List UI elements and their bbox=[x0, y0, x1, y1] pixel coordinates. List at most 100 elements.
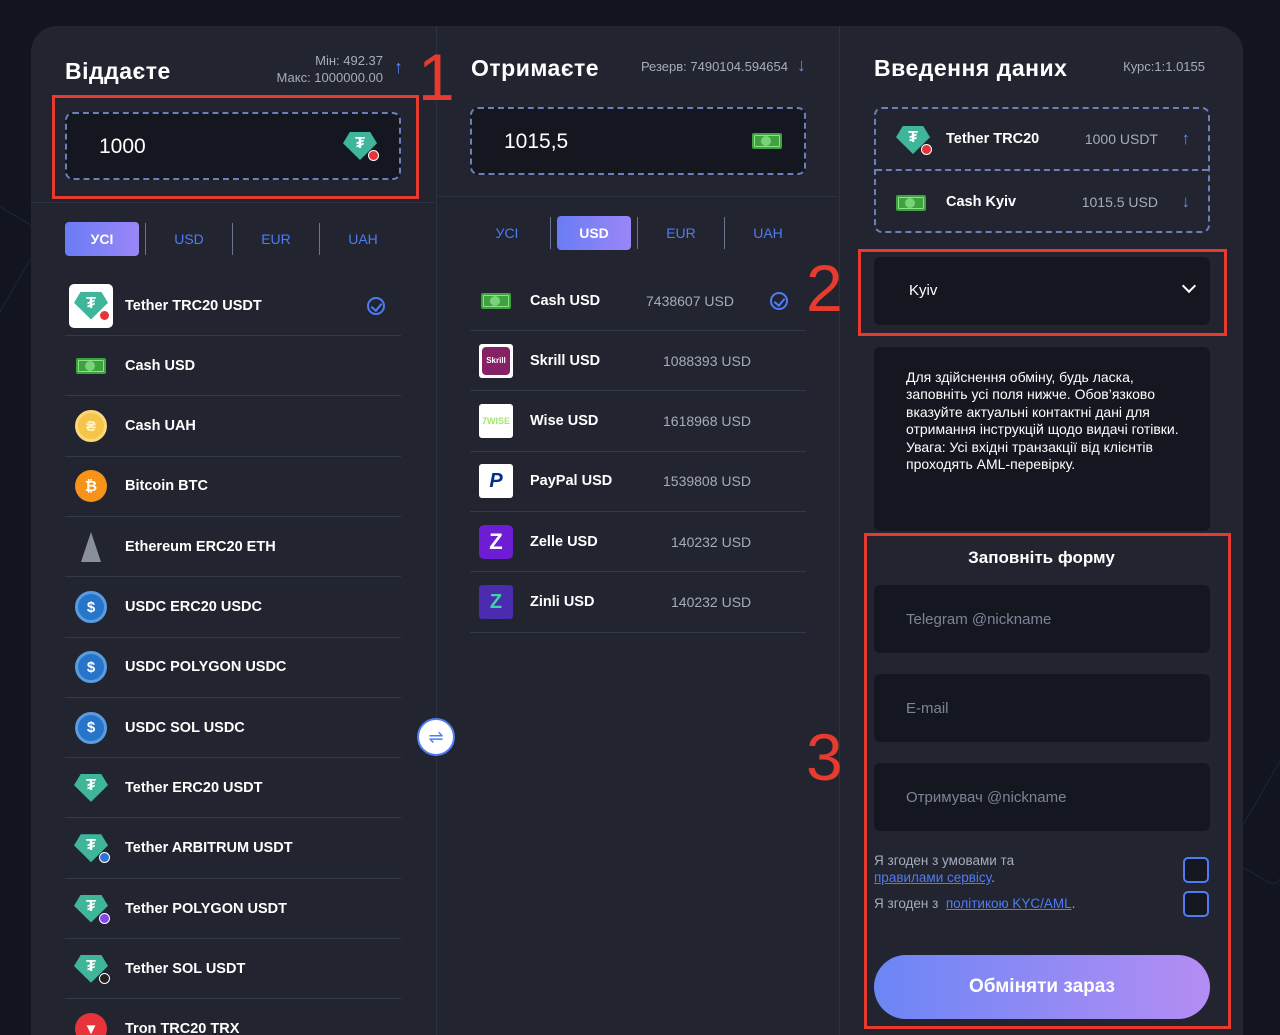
usdc-icon: $ bbox=[69, 706, 113, 750]
list-item[interactable]: ₮ Tether ARBITRUM USDT bbox=[65, 819, 401, 879]
currency-name: Cash UAH bbox=[125, 418, 196, 435]
tether-sol-icon: ₮ bbox=[69, 947, 113, 991]
currency-reserve: 1618968 USD bbox=[663, 413, 751, 430]
kyc-agreement: Я згоден з політикою KYC/AML. bbox=[874, 896, 1076, 911]
currency-name: Cash USD bbox=[530, 292, 601, 309]
tab-usd[interactable]: USD bbox=[152, 222, 226, 256]
list-item[interactable]: ₴ Cash UAH bbox=[65, 397, 401, 457]
get-reserve: Резерв: 7490104.594654 bbox=[640, 59, 788, 74]
get-title: Отримаєте bbox=[471, 55, 600, 81]
currency-name: USDC ERC20 USDC bbox=[125, 599, 262, 615]
zelle-icon: Z bbox=[474, 520, 518, 564]
tether-arbitrum-icon: ₮ bbox=[69, 826, 113, 870]
get-amount-field[interactable]: 1015,5 bbox=[470, 107, 806, 175]
telegram-input[interactable] bbox=[874, 585, 1210, 653]
list-item[interactable]: Z Zinli USD 140232 USD bbox=[470, 573, 806, 633]
get-currency-tabs: УСІ USD EUR UAH bbox=[470, 216, 805, 250]
ethereum-icon bbox=[69, 525, 113, 569]
list-item[interactable]: Skrill Skrill USD 1088393 USD bbox=[470, 331, 806, 392]
summary-row-give: ₮ Tether TRC20 1000 USDT ↑ bbox=[876, 109, 1208, 171]
currency-reserve: 1088393 USD bbox=[663, 352, 751, 369]
currency-reserve: 7438607 USD bbox=[646, 292, 734, 309]
terms-agreement-text: Я згоден з умовами та bbox=[874, 853, 1015, 868]
kyc-checkbox[interactable] bbox=[1183, 891, 1209, 917]
recipient-input[interactable] bbox=[874, 763, 1210, 831]
get-amount-value[interactable]: 1015,5 bbox=[504, 130, 568, 154]
terms-checkbox[interactable] bbox=[1183, 857, 1209, 883]
annotation-number-2: 2 bbox=[806, 251, 843, 325]
tab-uah[interactable]: UAH bbox=[326, 222, 400, 256]
check-circle-icon bbox=[367, 297, 385, 315]
list-item[interactable]: ₮ Tether SOL USDT bbox=[65, 939, 401, 1000]
currency-name: Ethereum ERC20 ETH bbox=[125, 538, 276, 555]
currency-name: Zelle USD bbox=[530, 533, 598, 550]
terms-link[interactable]: правилами сервісу bbox=[874, 870, 991, 885]
list-item[interactable]: ₮ Tether POLYGON USDT bbox=[65, 879, 401, 939]
city-select[interactable]: Kyiv bbox=[874, 257, 1210, 325]
tab-all[interactable]: УСІ bbox=[65, 222, 139, 256]
summary-get-name: Cash Kyiv bbox=[946, 194, 1017, 210]
tab-all[interactable]: УСІ bbox=[470, 216, 544, 250]
swap-icon[interactable]: ⇌ bbox=[417, 718, 455, 756]
usdc-icon: $ bbox=[69, 645, 113, 689]
give-min: Мін: 492.37 bbox=[315, 53, 383, 68]
list-item[interactable]: Cash USD bbox=[65, 336, 401, 397]
details-title: Введення даних bbox=[874, 55, 1068, 81]
exchange-panel: Віддаєте Мін: 492.37 Макс: 1000000.00 ↑ … bbox=[31, 26, 1243, 1035]
list-item[interactable]: ₮ Tether ERC20 USDT bbox=[65, 758, 401, 819]
divider bbox=[437, 196, 838, 197]
tab-eur[interactable]: EUR bbox=[239, 222, 313, 256]
list-item[interactable]: P PayPal USD 1539808 USD bbox=[470, 452, 806, 512]
list-item[interactable]: ₿ Bitcoin BTC bbox=[65, 457, 401, 517]
list-item[interactable]: Z Zelle USD 140232 USD bbox=[470, 512, 806, 573]
zinli-icon: Z bbox=[474, 580, 518, 624]
currency-name: Tether TRC20 USDT bbox=[125, 297, 262, 314]
tether-polygon-icon: ₮ bbox=[69, 887, 113, 931]
list-item[interactable]: 7WISE Wise USD 1618968 USD bbox=[470, 392, 806, 452]
currency-reserve: 1539808 USD bbox=[663, 473, 751, 490]
give-max: Макс: 1000000.00 bbox=[276, 70, 383, 85]
get-column: Отримаєте Резерв: 7490104.594654 ↓ 1015,… bbox=[436, 26, 838, 1035]
give-column: Віддаєте Мін: 492.37 Макс: 1000000.00 ↑ … bbox=[31, 26, 435, 1035]
kyc-agreement-text: Я згоден з bbox=[874, 896, 939, 911]
arrow-down-icon: ↓ bbox=[797, 55, 806, 75]
exchange-rate: Курс:1:1.0155 bbox=[1123, 59, 1205, 74]
recipient-field[interactable] bbox=[874, 763, 1210, 831]
tab-eur[interactable]: EUR bbox=[644, 216, 718, 250]
tab-usd[interactable]: USD bbox=[557, 216, 631, 250]
list-item[interactable]: ₮ Tether TRC20 USDT bbox=[65, 276, 401, 336]
exchange-now-button[interactable]: Обміняти зараз bbox=[874, 955, 1210, 1019]
usdc-icon: $ bbox=[69, 585, 113, 629]
kyc-link[interactable]: політикою KYC/AML bbox=[946, 896, 1072, 911]
tether-trc20-icon: ₮ bbox=[69, 283, 113, 328]
list-item[interactable]: $ USDC ERC20 USDC bbox=[65, 578, 401, 638]
check-circle-icon bbox=[770, 292, 788, 310]
give-amount-value[interactable]: 1000 bbox=[99, 135, 146, 159]
give-amount-field[interactable]: 1000 ₮ bbox=[65, 112, 401, 180]
email-input[interactable] bbox=[874, 674, 1210, 742]
list-item[interactable]: Ethereum ERC20 ETH bbox=[65, 517, 401, 578]
list-item[interactable]: Cash USD 7438607 USD bbox=[470, 271, 806, 331]
currency-name: Bitcoin BTC bbox=[125, 478, 208, 495]
currency-reserve: 140232 USD bbox=[671, 533, 752, 550]
list-item[interactable]: $ USDC POLYGON USDC bbox=[65, 638, 401, 698]
currency-name: Zinli USD bbox=[530, 594, 595, 610]
tab-uah[interactable]: UAH bbox=[731, 216, 805, 250]
telegram-field[interactable] bbox=[874, 585, 1210, 653]
email-field[interactable] bbox=[874, 674, 1210, 742]
annotation-number-3: 3 bbox=[806, 720, 843, 794]
currency-name: USDC POLYGON USDC bbox=[125, 659, 287, 676]
summary-give-amount: 1000 USDT bbox=[1084, 131, 1158, 147]
give-limits: Мін: 492.37 Макс: 1000000.00 bbox=[277, 52, 383, 86]
list-item[interactable]: ▼ Tron TRC20 TRX bbox=[65, 1000, 401, 1035]
currency-name: Tether ARBITRUM USDT bbox=[125, 840, 293, 857]
exchange-summary: ₮ Tether TRC20 1000 USDT ↑ Cash Kyiv 101… bbox=[874, 107, 1210, 233]
currency-name: Tether SOL USDT bbox=[125, 960, 246, 977]
tether-trc20-icon: ₮ bbox=[343, 132, 379, 161]
tron-icon: ▼ bbox=[69, 1007, 113, 1035]
currency-name: Tether ERC20 USDT bbox=[125, 779, 263, 796]
tether-trc20-icon: ₮ bbox=[896, 126, 932, 155]
list-item[interactable]: $ USDC SOL USDC bbox=[65, 698, 401, 759]
arrow-up-icon: ↑ bbox=[1181, 129, 1191, 148]
currency-name: PayPal USD bbox=[530, 473, 613, 490]
